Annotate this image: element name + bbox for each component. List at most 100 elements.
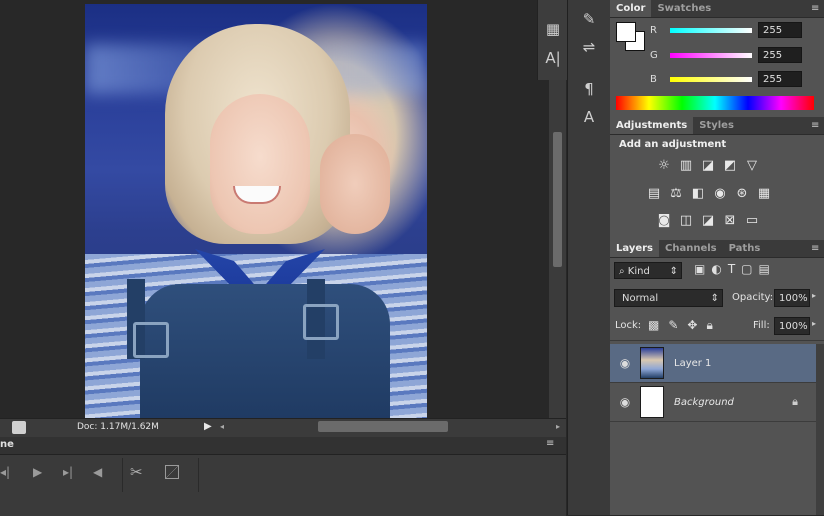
invert-icon[interactable]: ◙	[655, 213, 673, 228]
tab-layers[interactable]: Layers	[610, 240, 659, 257]
red-channel-row: R 255	[650, 20, 802, 40]
layer-filter-kind-label: Kind	[627, 266, 650, 277]
audio-icon[interactable]: ◀	[93, 465, 102, 479]
color-spectrum-bar[interactable]	[616, 96, 814, 110]
go-to-first-frame-icon[interactable]: ◂|	[0, 465, 10, 479]
fill-label: Fill:	[753, 320, 770, 331]
layer-row-background[interactable]: ◉ Background 🔒︎	[610, 383, 816, 422]
adjustment-icons-row-1: ☼ ▥ ◪ ◩ ▽	[653, 158, 763, 173]
layer-thumbnail	[640, 347, 664, 379]
blend-mode-select[interactable]: Normal ⇕	[614, 289, 723, 307]
doc-info: Doc: 1.17M/1.62M	[77, 422, 159, 432]
lock-image-pixels-icon[interactable]: ✎	[668, 318, 678, 333]
status-bar: Doc: 1.17M/1.62M ▶ ◂ ▸	[0, 418, 566, 437]
adjustment-icons-row-2: ▤ ⚖ ◧ ◉ ⊛ ▦	[643, 186, 775, 201]
color-balance-icon[interactable]: ⚖	[667, 186, 685, 201]
layers-panel-tabs: Layers Channels Paths	[610, 240, 824, 258]
right-panel-dock: Color Swatches ≡ R 255 G 255 B 255 Adjus…	[610, 0, 824, 515]
info-panel-icon[interactable]: ▦	[542, 18, 564, 40]
play-icon[interactable]: ▶	[33, 465, 42, 479]
selective-color-icon[interactable]: ⊠	[721, 213, 739, 228]
lock-position-icon[interactable]: ✥	[687, 318, 697, 333]
color-lookup-icon[interactable]: ▦	[755, 186, 773, 201]
tab-channels[interactable]: Channels	[659, 240, 723, 257]
green-channel-slider[interactable]	[670, 52, 752, 58]
panel-menu-icon[interactable]: ≡	[546, 438, 554, 449]
brightness-contrast-icon[interactable]: ☼	[655, 158, 673, 173]
filter-smart-object-icon[interactable]: ▤	[759, 262, 770, 276]
visibility-eye-icon[interactable]: ◉	[610, 395, 640, 409]
adjustments-heading: Add an adjustment	[619, 139, 727, 150]
tab-paths[interactable]: Paths	[723, 240, 767, 257]
red-channel-slider[interactable]	[670, 27, 752, 33]
document-image[interactable]	[85, 4, 427, 418]
blue-channel-value[interactable]: 255	[758, 71, 802, 87]
exposure-icon[interactable]: ◩	[721, 158, 739, 173]
horizontal-scroll-thumb[interactable]	[318, 421, 448, 432]
filter-adjustment-icon[interactable]: ◐	[711, 262, 721, 276]
tab-swatches[interactable]: Swatches	[651, 0, 717, 17]
lock-icons: ▩ ✎ ✥ 🔒︎	[648, 318, 713, 333]
character-styles-icon[interactable]: A	[578, 106, 600, 128]
channel-mixer-icon[interactable]: ⊛	[733, 186, 751, 201]
green-channel-value[interactable]: 255	[758, 47, 802, 63]
visibility-eye-icon[interactable]: ◉	[610, 356, 640, 370]
blue-channel-label: B	[650, 73, 657, 85]
red-channel-value[interactable]: 255	[758, 22, 802, 38]
fill-input[interactable]: 100%	[774, 317, 810, 335]
color-panel-tabs: Color Swatches	[610, 0, 824, 18]
layer-row-layer-1[interactable]: ◉ Layer 1	[610, 344, 816, 383]
layers-scrollbar[interactable]	[816, 344, 824, 515]
opacity-input[interactable]: 100%	[774, 289, 810, 307]
lock-transparent-pixels-icon[interactable]: ▩	[648, 318, 659, 333]
collapsed-panel-strip-2: ✎ ⇌ ¶ A	[567, 0, 611, 515]
layer-name[interactable]: Background	[674, 397, 734, 408]
gradient-map-icon[interactable]: ▭	[743, 213, 761, 228]
opacity-chevron-icon[interactable]: ▸	[812, 291, 816, 300]
tab-color[interactable]: Color	[610, 0, 652, 17]
layers-panel-menu-icon[interactable]: ≡	[811, 243, 819, 254]
blue-channel-slider[interactable]	[670, 76, 752, 82]
paragraph-icon[interactable]: ¶	[578, 78, 600, 100]
green-channel-row: G 255	[650, 45, 802, 65]
levels-icon[interactable]: ▥	[677, 158, 695, 173]
status-menu-icon[interactable]	[12, 421, 26, 434]
tab-styles[interactable]: Styles	[693, 117, 740, 134]
character-panel-icon[interactable]: A|	[542, 47, 564, 69]
adjustments-panel-menu-icon[interactable]: ≡	[811, 120, 819, 131]
timeline-divider	[122, 458, 123, 492]
filter-pixel-icon[interactable]: ▣	[694, 262, 705, 276]
fill-chevron-icon[interactable]: ▸	[812, 319, 816, 328]
hue-saturation-icon[interactable]: ▤	[645, 186, 663, 201]
scroll-right-icon[interactable]: ▸	[556, 422, 560, 431]
timeline-header: ne ≡	[0, 437, 566, 455]
tab-adjustments[interactable]: Adjustments	[610, 117, 694, 134]
color-panel-menu-icon[interactable]: ≡	[811, 3, 819, 14]
black-white-icon[interactable]: ◧	[689, 186, 707, 201]
posterize-icon[interactable]: ◫	[677, 213, 695, 228]
filter-shape-icon[interactable]: ▢	[741, 262, 752, 276]
search-icon: ⌕	[619, 266, 625, 277]
image-hand	[320, 134, 390, 234]
foreground-color-swatch[interactable]	[616, 22, 636, 42]
clone-source-icon[interactable]: ⇌	[578, 36, 600, 58]
scroll-left-icon[interactable]: ◂	[220, 422, 224, 431]
image-overalls	[140, 284, 390, 418]
status-arrow-icon[interactable]: ▶	[204, 421, 212, 432]
photo-filter-icon[interactable]: ◉	[711, 186, 729, 201]
scissors-icon[interactable]: ✂	[130, 463, 143, 481]
filter-type-icon[interactable]: T	[728, 262, 735, 276]
layer-filter-kind-select[interactable]: ⌕ Kind ⇕	[614, 262, 682, 279]
timeline-tab-label[interactable]: ne	[0, 439, 14, 450]
transition-icon[interactable]	[165, 465, 179, 479]
layer-name[interactable]: Layer 1	[674, 358, 711, 369]
vertical-scroll-thumb[interactable]	[553, 132, 562, 267]
threshold-icon[interactable]: ◪	[699, 213, 717, 228]
next-frame-icon[interactable]: ▸|	[63, 465, 73, 479]
vibrance-icon[interactable]: ▽	[743, 158, 761, 173]
curves-icon[interactable]: ◪	[699, 158, 717, 173]
brush-presets-icon[interactable]: ✎	[578, 8, 600, 30]
lock-label: Lock:	[615, 320, 642, 331]
blue-channel-row: B 255	[650, 69, 802, 89]
lock-all-icon[interactable]: 🔒︎	[706, 318, 712, 333]
